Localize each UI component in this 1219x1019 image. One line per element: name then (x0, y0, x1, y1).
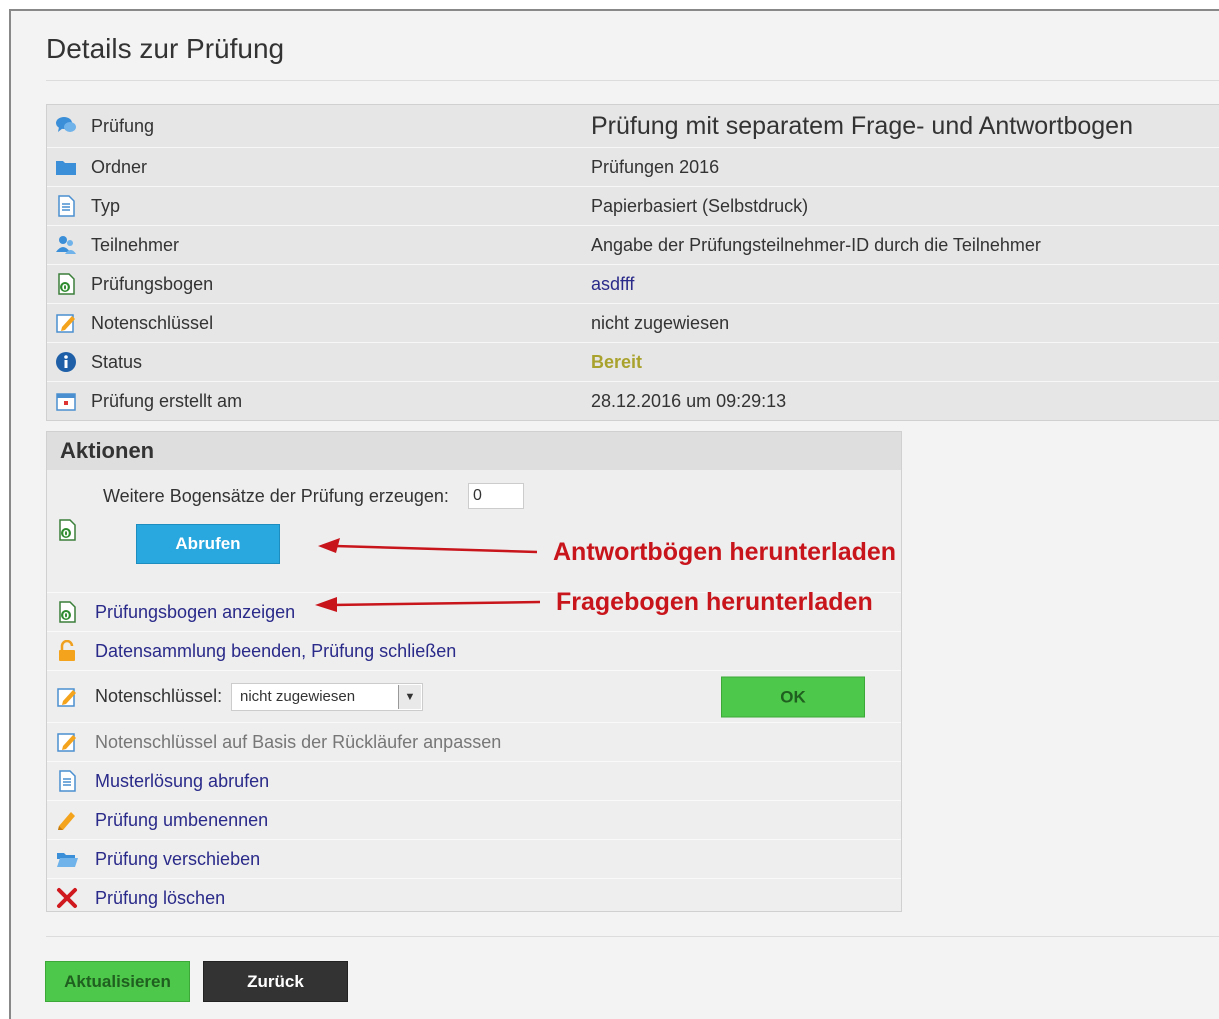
back-button[interactable]: Zurück (203, 961, 348, 1002)
update-button[interactable]: Aktualisieren (45, 961, 190, 1002)
arrow-question-sheets (331, 600, 541, 607)
annotation-question-sheets: Fragebogen herunterladen (556, 588, 873, 616)
annotation-answer-sheets: Antwortbögen herunterladen (553, 538, 897, 566)
divider (46, 936, 1219, 937)
arrow-answer-sheets (334, 544, 538, 554)
arrowhead-answer-sheets (318, 538, 340, 553)
arrowhead-question-sheets (315, 597, 337, 612)
annotation-arrows (315, 538, 541, 612)
